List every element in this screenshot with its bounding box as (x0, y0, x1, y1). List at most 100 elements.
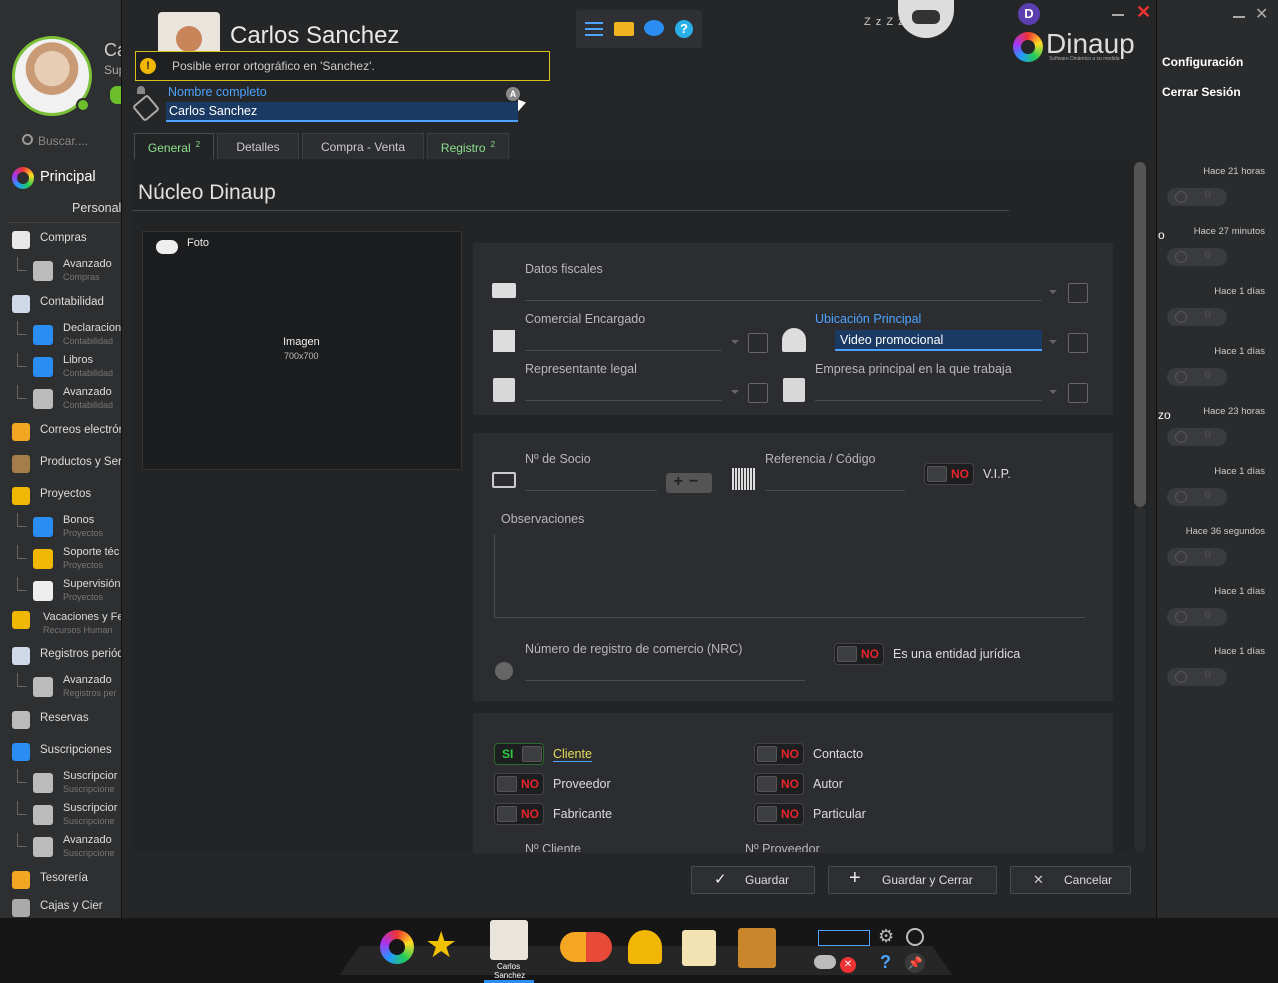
stepper-plus-minus[interactable]: +− (666, 473, 712, 493)
nav-item[interactable]: Reservas (0, 709, 122, 731)
nav-item[interactable]: Vacaciones y Fe Recursos Human (0, 609, 122, 641)
autor-toggle[interactable]: NO (754, 773, 804, 795)
cancelar-button[interactable]: ✕ Cancelar (1010, 866, 1131, 894)
principal-label[interactable]: Principal (40, 169, 96, 185)
notification-item[interactable]: Hace 21 horas 0 (1165, 166, 1273, 226)
error-x-icon[interactable]: ✕ (840, 957, 856, 973)
comercial-field[interactable] (525, 350, 722, 351)
calendar-grid-icon[interactable] (818, 930, 870, 946)
cloud-error-icon[interactable] (814, 955, 836, 969)
nav-item[interactable]: Cajas y Cier (0, 897, 122, 919)
dropdown-arrow-icon[interactable] (1049, 290, 1057, 294)
nav-item[interactable]: Bonos Proyectos (0, 513, 122, 545)
referencia-field[interactable] (765, 490, 905, 491)
help-icon[interactable]: ? (880, 952, 891, 973)
nav-item[interactable]: Compras (0, 229, 122, 251)
guardar-button[interactable]: ✓ Guardar (691, 866, 815, 894)
help-icon[interactable]: ? (675, 20, 693, 38)
close-icon[interactable]: ✕ (1136, 2, 1151, 23)
warning-icon: ! (140, 58, 156, 74)
minimize-icon[interactable] (1112, 14, 1124, 16)
nav-item[interactable]: Avanzado Registros per (0, 673, 122, 705)
account-avatar[interactable]: D (1018, 3, 1040, 25)
gear-icon[interactable]: ⚙ (878, 926, 894, 947)
nav-item[interactable]: Suscripcior Suscripcione (0, 769, 122, 801)
personal-label[interactable]: Personal (72, 201, 121, 215)
wallet-icon[interactable] (738, 928, 776, 968)
nav-item[interactable]: Supervisión Proyectos (0, 577, 122, 609)
add-comercial-button[interactable] (748, 333, 768, 353)
bell-icon[interactable] (628, 930, 662, 964)
clock-icon[interactable] (906, 928, 924, 946)
notification-item[interactable]: Hace 1 días 0 (1165, 466, 1273, 526)
close-icon[interactable]: ✕ (1255, 4, 1268, 24)
tab-general[interactable]: General 2 (134, 133, 214, 159)
tab-registro[interactable]: Registro 2 (427, 133, 509, 159)
tab-detalles[interactable]: Detalles (217, 133, 299, 159)
nav-item[interactable]: Tesorería (0, 869, 122, 891)
nav-item[interactable]: Registros periód (0, 645, 122, 667)
fabricante-toggle[interactable]: NO (494, 803, 544, 825)
guardar-cerrar-button[interactable]: + Guardar y Cerrar (828, 866, 997, 894)
dropdown-arrow-icon[interactable] (1049, 340, 1057, 344)
minimize-icon[interactable] (1233, 16, 1245, 18)
nav-item[interactable]: Correos electrón (0, 421, 122, 443)
notes-icon[interactable] (682, 930, 716, 966)
add-representante-button[interactable] (748, 383, 768, 403)
observaciones-textarea[interactable] (494, 534, 1085, 618)
name-input[interactable]: Carlos Sanchez (166, 102, 518, 122)
nav-item[interactable]: Proyectos (0, 485, 122, 507)
notification-item[interactable]: Hace 36 segundos 0 (1165, 526, 1273, 586)
empresa-field[interactable] (815, 400, 1042, 401)
nav-item[interactable]: Libros Contabilidad (0, 353, 122, 385)
menu-cerrar-sesion[interactable]: Cerrar Sesión (1162, 85, 1241, 99)
datos-fiscales-field[interactable] (525, 300, 1042, 301)
notification-item[interactable]: Hace 1 días 0 (1165, 286, 1273, 346)
ubicacion-input[interactable]: Video promocional (835, 330, 1042, 351)
dropdown-arrow-icon[interactable] (731, 390, 739, 394)
nav-item[interactable]: Productos y Ser (0, 453, 122, 475)
notification-item[interactable]: Hace 1 días 0 (1165, 586, 1273, 646)
pin-icon[interactable]: 📌 (905, 953, 925, 973)
cloud-upload-icon[interactable] (156, 240, 178, 254)
socio-field[interactable] (525, 490, 657, 491)
open-ubicacion-button[interactable] (1068, 333, 1088, 353)
dropdown-arrow-icon[interactable] (731, 340, 739, 344)
chat-bubbles-icon[interactable] (560, 932, 612, 962)
add-empresa-button[interactable] (1068, 383, 1088, 403)
chat-icon[interactable] (644, 20, 664, 36)
dinaup-home-icon[interactable] (380, 930, 414, 964)
vip-toggle[interactable]: NO (924, 463, 974, 485)
proveedor-toggle[interactable]: NO (494, 773, 544, 795)
dropdown-arrow-icon[interactable] (1049, 390, 1057, 394)
star-icon[interactable]: ★ (425, 924, 457, 966)
contacto-toggle[interactable]: NO (754, 743, 804, 765)
notification-item[interactable]: Hace 23 horas 0 (1165, 406, 1273, 466)
mouse-cursor-icon (518, 99, 526, 115)
notification-item[interactable]: Hace 1 días 0 (1165, 346, 1273, 406)
search-input[interactable]: Buscar.... (38, 134, 88, 148)
cliente-toggle[interactable]: SI (494, 743, 544, 765)
nav-item[interactable]: Suscripcior Suscripcione (0, 801, 122, 833)
nav-item[interactable]: Avanzado Contabilidad (0, 385, 122, 417)
list-icon[interactable] (585, 22, 603, 36)
tab-compra-venta[interactable]: Compra - Venta (302, 133, 424, 159)
nav-item[interactable]: Contabilidad (0, 293, 122, 315)
plus-icon: + (849, 867, 861, 889)
notification-item[interactable]: Hace 1 días 0 (1165, 646, 1273, 706)
nav-item[interactable]: Soporte téc Proyectos (0, 545, 122, 577)
representante-field[interactable] (525, 400, 722, 401)
folder-icon[interactable] (614, 22, 634, 36)
nrc-field[interactable] (525, 680, 805, 681)
notification-item[interactable]: Hace 27 minutos 0 (1165, 226, 1273, 286)
add-datos-fiscales-button[interactable] (1068, 283, 1088, 303)
nav-item[interactable]: Avanzado Compras (0, 257, 122, 289)
menu-configuracion[interactable]: Configuración (1162, 55, 1243, 69)
juridica-toggle[interactable]: NO (834, 643, 884, 665)
nav-item[interactable]: Avanzado Suscripcione (0, 833, 122, 865)
nav-item[interactable]: Suscripciones (0, 741, 122, 763)
scrollbar-thumb[interactable] (1134, 162, 1146, 507)
contact-task-icon[interactable] (490, 920, 528, 960)
particular-toggle[interactable]: NO (754, 803, 804, 825)
nav-item[interactable]: Declaracion Contabilidad (0, 321, 122, 353)
